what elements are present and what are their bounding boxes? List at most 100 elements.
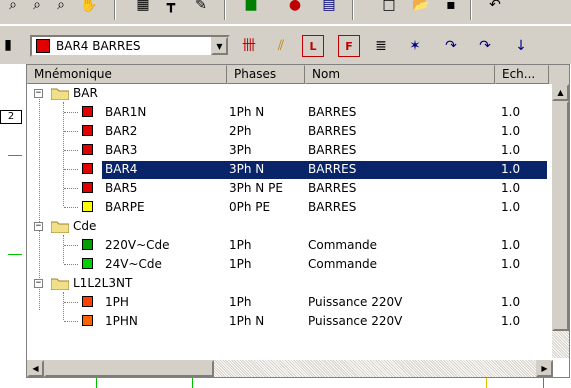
color-swatch [82, 315, 93, 326]
curve-arrow-icon[interactable]: ↷ [440, 35, 462, 57]
color-swatch [82, 258, 93, 269]
item-ech: 1.0 [501, 238, 521, 252]
tree-item-selected[interactable]: BAR4 3Ph N BARRES 1.0 [27, 160, 547, 179]
column-nom[interactable]: Nom [305, 65, 495, 84]
tree-item[interactable]: BARPE 0Ph PE BARRES 1.0 [27, 198, 547, 217]
stack-icon[interactable]: ≣ [370, 35, 392, 57]
column-phases[interactable]: Phases [227, 65, 305, 84]
tree-item[interactable]: 1PHN 1Ph N Puissance 220V 1.0 [27, 312, 547, 331]
main-toolbar: ⌕ ⌕ ⌕ ✋ ▦ ┳ ✎ ■ ● ▤ □ 📂 ▪ ↶ [0, 0, 571, 24]
item-ech: 1.0 [501, 105, 521, 119]
item-mnemonic: 1PH [105, 295, 129, 309]
table-icon[interactable]: ▤ [318, 0, 340, 16]
item-ech: 1.0 [501, 257, 521, 271]
drawing-line [486, 377, 487, 388]
item-phases: 1Ph N [229, 314, 265, 328]
tree-group[interactable]: − Cde [27, 217, 547, 236]
undo-icon[interactable]: ↶ [484, 0, 506, 16]
chevron-down-icon[interactable]: ▼ [211, 37, 228, 55]
item-nom: BARRES [308, 124, 357, 138]
tree-group[interactable]: − L1L2L3NT [27, 274, 547, 293]
hand-icon[interactable]: ✋ [78, 0, 100, 16]
tree-item[interactable]: BAR1N 1Ph N BARRES 1.0 [27, 103, 547, 122]
horizontal-scroll-thumb[interactable] [44, 360, 214, 377]
vertical-scroll-thumb[interactable] [552, 101, 569, 331]
scroll-left-icon[interactable]: ◀ [27, 360, 44, 377]
color-swatch [82, 182, 93, 193]
scroll-up-icon[interactable]: ▲ [552, 84, 569, 101]
toolbar-separator [470, 0, 472, 20]
hatch-icon[interactable]: ⫽ [270, 35, 292, 57]
toolbar-separator [224, 0, 226, 20]
item-nom: BARRES [308, 143, 357, 157]
tree-connector [64, 302, 78, 303]
item-mnemonic: 24V~Cde [105, 257, 162, 271]
tree-connector [64, 188, 78, 189]
column-ech[interactable]: Ech... [495, 65, 549, 84]
item-mnemonic: BAR5 [105, 181, 138, 195]
toolbar-separator [114, 0, 116, 20]
tree-item[interactable]: BAR2 2Ph BARRES 1.0 [27, 122, 547, 141]
tree-connector [64, 150, 78, 151]
save-icon[interactable]: ▪ [440, 0, 462, 16]
curve-arrow-alt-icon[interactable]: ↷ [474, 35, 496, 57]
item-phases: 3Ph [229, 143, 252, 157]
tree-item[interactable]: 1PH 1Ph Puissance 220V 1.0 [27, 293, 547, 312]
wall-icon[interactable]: 卌 [238, 35, 260, 57]
zoom-in-icon[interactable]: ⌕ [26, 0, 48, 16]
item-phases: 1Ph [229, 238, 252, 252]
letter-l-icon[interactable]: L [302, 35, 324, 57]
tee-icon[interactable]: ┳ [160, 0, 182, 16]
group-label: Cde [73, 219, 97, 233]
tree-group[interactable]: − BAR [27, 84, 547, 103]
item-mnemonic: 1PHN [105, 314, 138, 328]
vertical-scrollbar[interactable]: ▲ [552, 84, 569, 358]
record-icon[interactable]: ● [284, 0, 306, 16]
tree-item[interactable]: BAR3 3Ph BARRES 1.0 [27, 141, 547, 160]
item-phases: 1Ph N [229, 105, 265, 119]
group-label: L1L2L3NT [73, 276, 133, 290]
collapse-icon[interactable]: − [34, 222, 43, 231]
wand-icon[interactable]: ✶ [404, 35, 426, 57]
zoom-out-icon[interactable]: ⌕ [50, 0, 72, 16]
item-nom: Puissance 220V [308, 295, 403, 309]
scroll-right-icon[interactable]: ▶ [536, 360, 553, 377]
arrow-down-icon[interactable]: ↓ [510, 35, 532, 57]
horizontal-scrollbar[interactable]: ◀ ▶ [27, 360, 553, 377]
drawing-line [8, 254, 22, 255]
tree-connector [64, 321, 78, 322]
layer-tree-panel: Mnémonique Phases Nom Ech... − BAR BAR1N… [26, 64, 570, 378]
color-swatch [82, 163, 93, 174]
layer-combo[interactable]: BAR4 BARRES ▼ [30, 35, 230, 57]
new-file-icon[interactable]: □ [378, 0, 400, 16]
zoom-icon[interactable]: ⌕ [2, 0, 24, 16]
layer-icon[interactable]: ■ [240, 0, 262, 16]
grid-icon[interactable]: ▦ [132, 0, 154, 16]
item-ech: 1.0 [501, 181, 521, 195]
column-mnemonic[interactable]: Mnémonique [27, 65, 227, 84]
grip-icon: ▮ [4, 37, 12, 53]
item-nom: Puissance 220V [308, 314, 403, 328]
collapse-icon[interactable]: − [34, 89, 43, 98]
ruler-marker: 2 [0, 110, 22, 124]
group-label: BAR [73, 86, 98, 100]
item-mnemonic: BAR3 [105, 143, 138, 157]
collapse-icon[interactable]: − [34, 279, 43, 288]
folder-icon [50, 220, 70, 234]
tree-item[interactable]: 24V~Cde 1Ph Commande 1.0 [27, 255, 547, 274]
item-phases: 3Ph N [229, 162, 265, 176]
item-ech: 1.0 [501, 295, 521, 309]
tree-item[interactable]: BAR5 3Ph N PE BARRES 1.0 [27, 179, 547, 198]
tree-connector [64, 131, 78, 132]
item-mnemonic: BAR4 [105, 162, 138, 176]
item-ech: 1.0 [501, 124, 521, 138]
item-nom: BARRES [308, 181, 357, 195]
open-folder-icon[interactable]: 📂 [410, 0, 432, 16]
drawing-line [543, 377, 544, 388]
item-ech: 1.0 [501, 143, 521, 157]
tree-item[interactable]: 220V~Cde 1Ph Commande 1.0 [27, 236, 547, 255]
pen-icon[interactable]: ✎ [190, 0, 212, 16]
item-nom: BARRES [308, 162, 357, 176]
color-swatch [82, 239, 93, 250]
letter-f-icon[interactable]: F [338, 35, 360, 57]
